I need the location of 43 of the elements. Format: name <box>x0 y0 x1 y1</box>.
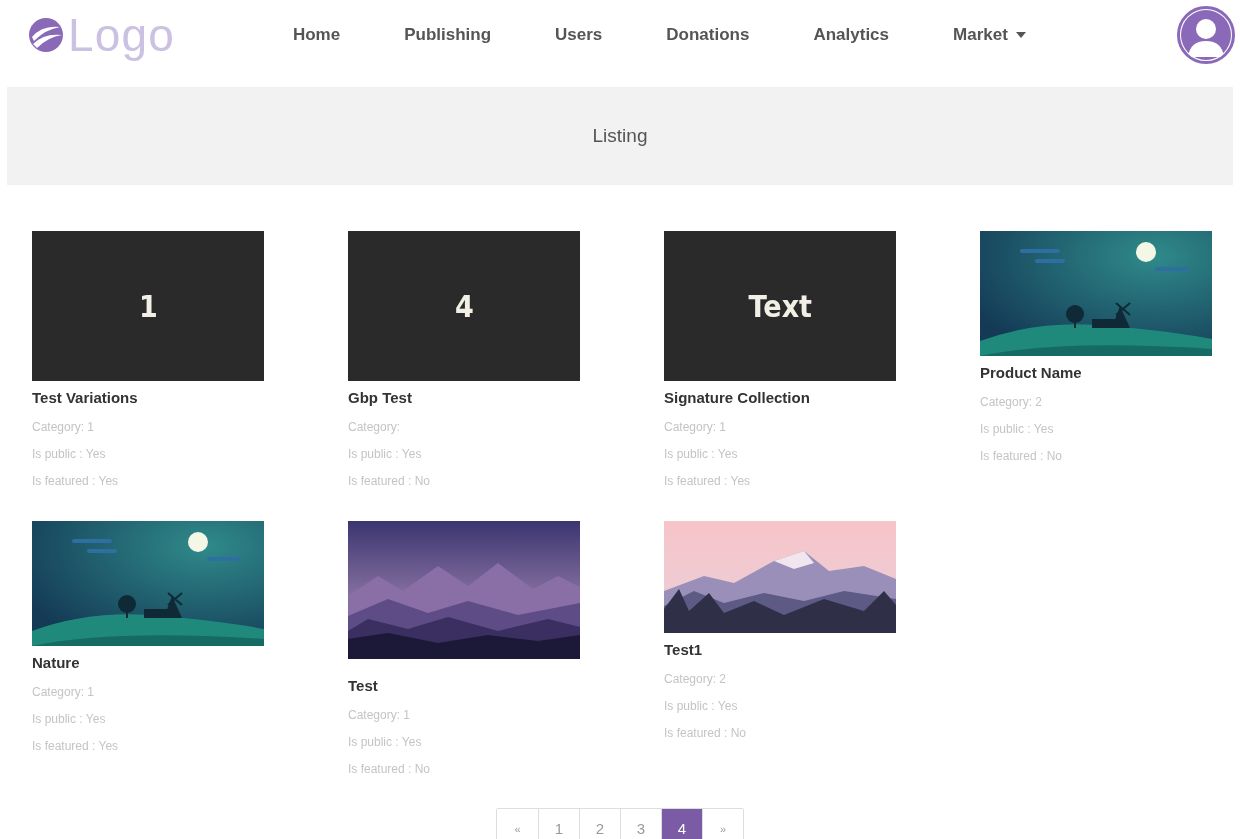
public-status: Is public : Yes <box>980 421 1055 438</box>
avatar-icon[interactable] <box>1177 6 1235 64</box>
public-status: Is public : Yes <box>664 698 739 715</box>
logo-icon <box>28 17 64 53</box>
listing-title[interactable]: Test Variations <box>32 388 264 408</box>
listing-title[interactable]: Signature Collection <box>664 388 896 408</box>
featured-status: Is featured : Yes <box>32 738 120 755</box>
logo-text: Logo <box>68 10 175 60</box>
category-text: Category: 1 <box>32 684 96 701</box>
nav-link[interactable]: Analytics <box>813 22 890 48</box>
public-status: Is public : Yes <box>32 711 107 728</box>
featured-status: Is featured : No <box>664 725 748 742</box>
public-status: Is public : Yes <box>32 446 107 463</box>
category-text: Category: 1 <box>32 419 96 436</box>
category-text: Category: 2 <box>980 394 1044 411</box>
public-status: Is public : Yes <box>664 446 739 463</box>
featured-status: Is featured : No <box>348 761 432 778</box>
thumbnail-text: 1 <box>138 287 158 326</box>
caret-icon <box>1015 32 1026 38</box>
public-status: Is public : Yes <box>348 446 423 463</box>
category-text: Category: 1 <box>664 419 728 436</box>
listing-title[interactable]: Test <box>348 676 580 696</box>
nav-link[interactable]: Donations <box>666 22 750 48</box>
public-status: Is public : Yes <box>348 734 423 751</box>
listing-title[interactable]: Nature <box>32 653 264 673</box>
nav-link[interactable]: Users <box>555 22 603 48</box>
category-text: Category: <box>348 419 402 436</box>
featured-status: Is featured : No <box>348 473 432 490</box>
featured-status: Is featured : Yes <box>664 473 752 490</box>
listing-title[interactable]: Gbp Test <box>348 388 580 408</box>
category-text: Category: 1 <box>348 707 412 724</box>
listing-title[interactable]: Test1 <box>664 640 896 660</box>
nav-link[interactable]: Home <box>292 22 341 48</box>
listing-title[interactable]: Product Name <box>980 363 1212 383</box>
featured-status: Is featured : No <box>980 448 1064 465</box>
banner-title: Listing <box>592 123 648 148</box>
category-text: Category: 2 <box>664 671 728 688</box>
market-dropdown[interactable]: Market <box>953 22 1026 48</box>
nav-link[interactable]: Publishing <box>404 22 492 48</box>
thumbnail-text: Text <box>748 287 812 326</box>
featured-status: Is featured : Yes <box>32 473 120 490</box>
thumbnail-text: 4 <box>454 287 474 326</box>
page-button[interactable]: 4 <box>661 809 702 839</box>
